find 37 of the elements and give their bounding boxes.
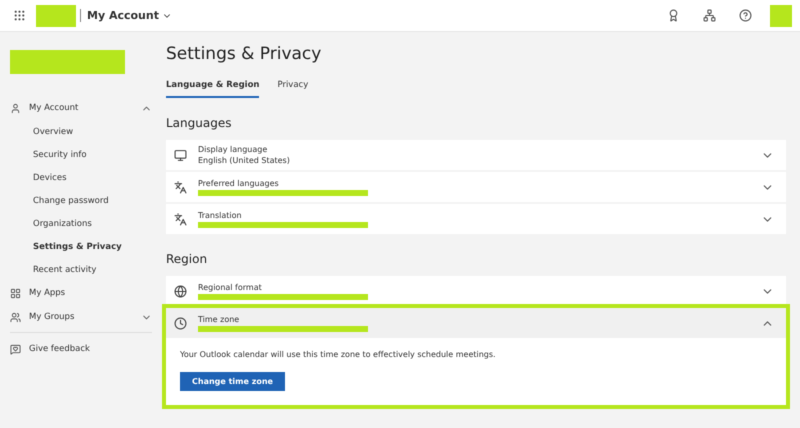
person-icon: [10, 102, 21, 114]
tab[interactable]: Language & Region: [166, 80, 260, 98]
sidebar-item[interactable]: My Account: [21, 103, 141, 113]
apps-icon: [10, 288, 21, 298]
sidebar-subitem[interactable]: Change password: [33, 196, 109, 206]
monitor-icon: [174, 148, 187, 162]
people-icon: [10, 312, 21, 322]
redaction-mark: [36, 4, 76, 26]
setting-label: Translation: [198, 210, 243, 220]
section-heading: Region: [166, 252, 208, 266]
translate-icon: [174, 212, 187, 226]
globe-icon: [174, 284, 187, 298]
section-heading: Languages: [166, 116, 232, 130]
setting-label: Preferred languages: [198, 178, 280, 188]
page-title: Settings & Privacy: [166, 44, 322, 64]
setting-label: Display language: [198, 145, 268, 154]
feedback-icon: [10, 344, 21, 354]
app-title[interactable]: My Account: [80, 9, 172, 22]
setting-value: English (United States): [198, 156, 291, 165]
setting-label: Regional format: [198, 282, 263, 292]
sidebar-subitem[interactable]: Settings & Privacy: [33, 242, 122, 252]
redaction-mark: [770, 4, 792, 26]
tab[interactable]: Privacy: [277, 80, 308, 98]
change-time-zone-button[interactable]: Change time zone: [180, 372, 285, 391]
sidebar-subitem[interactable]: Organizations: [33, 218, 92, 228]
sidebar-item[interactable]: Give feedback: [21, 344, 152, 354]
setting-label: Time zone: [198, 314, 240, 324]
sidebar-subitem[interactable]: Security info: [33, 150, 87, 160]
language-icon: [174, 180, 187, 194]
sidebar-item[interactable]: My Apps: [21, 288, 152, 298]
setting-row[interactable]: Time zone: [166, 308, 786, 338]
clock-icon: [174, 316, 187, 330]
sidebar-subitem[interactable]: Overview: [33, 126, 74, 136]
sidebar-subitem[interactable]: Devices: [33, 172, 66, 182]
setting-description: Your Outlook calendar will use this time zone to effectively schedule meetings.: [180, 350, 497, 359]
sidebar-subitem[interactable]: Recent activity: [33, 264, 96, 274]
sidebar-item[interactable]: My Groups: [21, 312, 141, 322]
